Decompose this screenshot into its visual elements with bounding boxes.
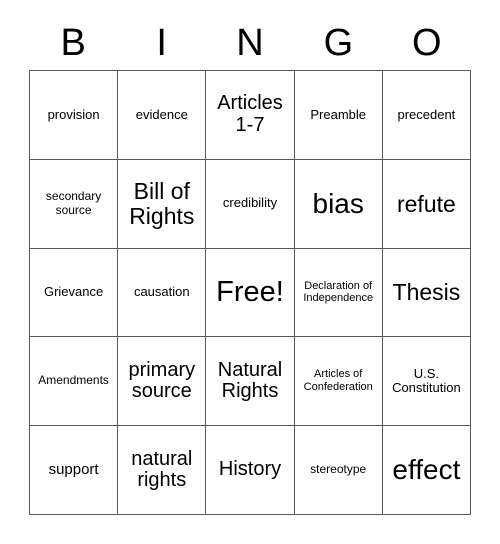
bingo-cell-label: Grievance bbox=[43, 284, 104, 300]
bingo-cell-label: Bill of Rights bbox=[129, 178, 195, 229]
bingo-cell[interactable]: Articles of Confederation bbox=[294, 337, 383, 427]
bingo-cell[interactable]: causation bbox=[118, 248, 207, 338]
bingo-cell[interactable]: natural rights bbox=[118, 426, 207, 515]
bingo-cell[interactable]: Natural Rights bbox=[206, 337, 295, 427]
bingo-cell-label: precedent bbox=[397, 106, 456, 122]
bingo-free-space-cell[interactable]: Free! bbox=[206, 248, 295, 338]
bingo-cell-label: Articles of Confederation bbox=[303, 368, 373, 394]
bingo-cell-label: refute bbox=[396, 190, 456, 217]
bingo-cell[interactable]: Grievance bbox=[30, 248, 119, 338]
bingo-cell-label: support bbox=[48, 460, 99, 478]
bingo-header-letter-n: N bbox=[236, 22, 264, 64]
bingo-cell[interactable]: Preamble bbox=[294, 71, 383, 160]
bingo-cell[interactable]: provision bbox=[30, 71, 119, 160]
bingo-header-letter-o: O bbox=[412, 22, 442, 64]
bingo-cell[interactable]: Articles 1-7 bbox=[206, 71, 295, 160]
bingo-cell[interactable]: stereotype bbox=[294, 426, 383, 515]
bingo-cell-label: causation bbox=[133, 284, 190, 300]
bingo-cell-label: Thesis bbox=[392, 279, 461, 306]
bingo-cell-label: Declaration of Independence bbox=[303, 279, 374, 305]
bingo-cell-label: Preamble bbox=[310, 106, 367, 122]
bingo-cell-label: evidence bbox=[135, 106, 188, 122]
bingo-cell[interactable]: Thesis bbox=[382, 248, 471, 338]
bingo-cell-label: bias bbox=[312, 188, 364, 219]
bingo-cell-label: stereotype bbox=[310, 462, 367, 477]
bingo-cell-label: Articles 1-7 bbox=[217, 92, 283, 136]
bingo-cell[interactable]: Declaration of Independence bbox=[294, 248, 383, 338]
bingo-cell[interactable]: support bbox=[30, 426, 119, 515]
bingo-cell[interactable]: bias bbox=[294, 159, 383, 249]
bingo-cell[interactable]: Bill of Rights bbox=[118, 159, 207, 249]
bingo-cell-label: credibility bbox=[222, 195, 278, 211]
bingo-header-letter-b: B bbox=[60, 22, 86, 64]
bingo-cell[interactable]: refute bbox=[382, 159, 471, 249]
bingo-cell-label: secondary source bbox=[45, 188, 102, 217]
bingo-cell[interactable]: History bbox=[206, 426, 295, 515]
bingo-cell[interactable]: U.S. Constitution bbox=[382, 337, 471, 427]
bingo-header-row: B I N G O bbox=[29, 16, 471, 70]
bingo-header-letter-i: I bbox=[156, 22, 167, 64]
bingo-cell-label: History bbox=[218, 458, 282, 481]
bingo-cell-label: Natural Rights bbox=[217, 358, 283, 403]
bingo-cell[interactable]: primary source bbox=[118, 337, 207, 427]
bingo-cell[interactable]: precedent bbox=[382, 71, 471, 160]
bingo-cell-label: primary source bbox=[128, 358, 196, 403]
bingo-header-letter-g: G bbox=[323, 22, 354, 64]
bingo-cell-label: Free! bbox=[216, 276, 284, 309]
bingo-grid: provision evidence Articles 1-7 Preamble pre… bbox=[29, 70, 471, 515]
bingo-cell-label: effect bbox=[392, 454, 461, 486]
bingo-cell-label: Amendments bbox=[38, 373, 109, 388]
bingo-card: B I N G O provision evidence Articles 1-7 P… bbox=[0, 0, 500, 544]
bingo-cell[interactable]: effect bbox=[382, 426, 471, 515]
bingo-cell-label: natural rights bbox=[131, 447, 193, 492]
bingo-cell[interactable]: secondary source bbox=[30, 159, 119, 249]
bingo-cell[interactable]: evidence bbox=[118, 71, 207, 160]
bingo-cell-label: provision bbox=[47, 106, 100, 122]
bingo-cell-label: U.S. Constitution bbox=[392, 365, 461, 396]
bingo-cell[interactable]: credibility bbox=[206, 159, 295, 249]
bingo-cell[interactable]: Amendments bbox=[30, 337, 119, 427]
